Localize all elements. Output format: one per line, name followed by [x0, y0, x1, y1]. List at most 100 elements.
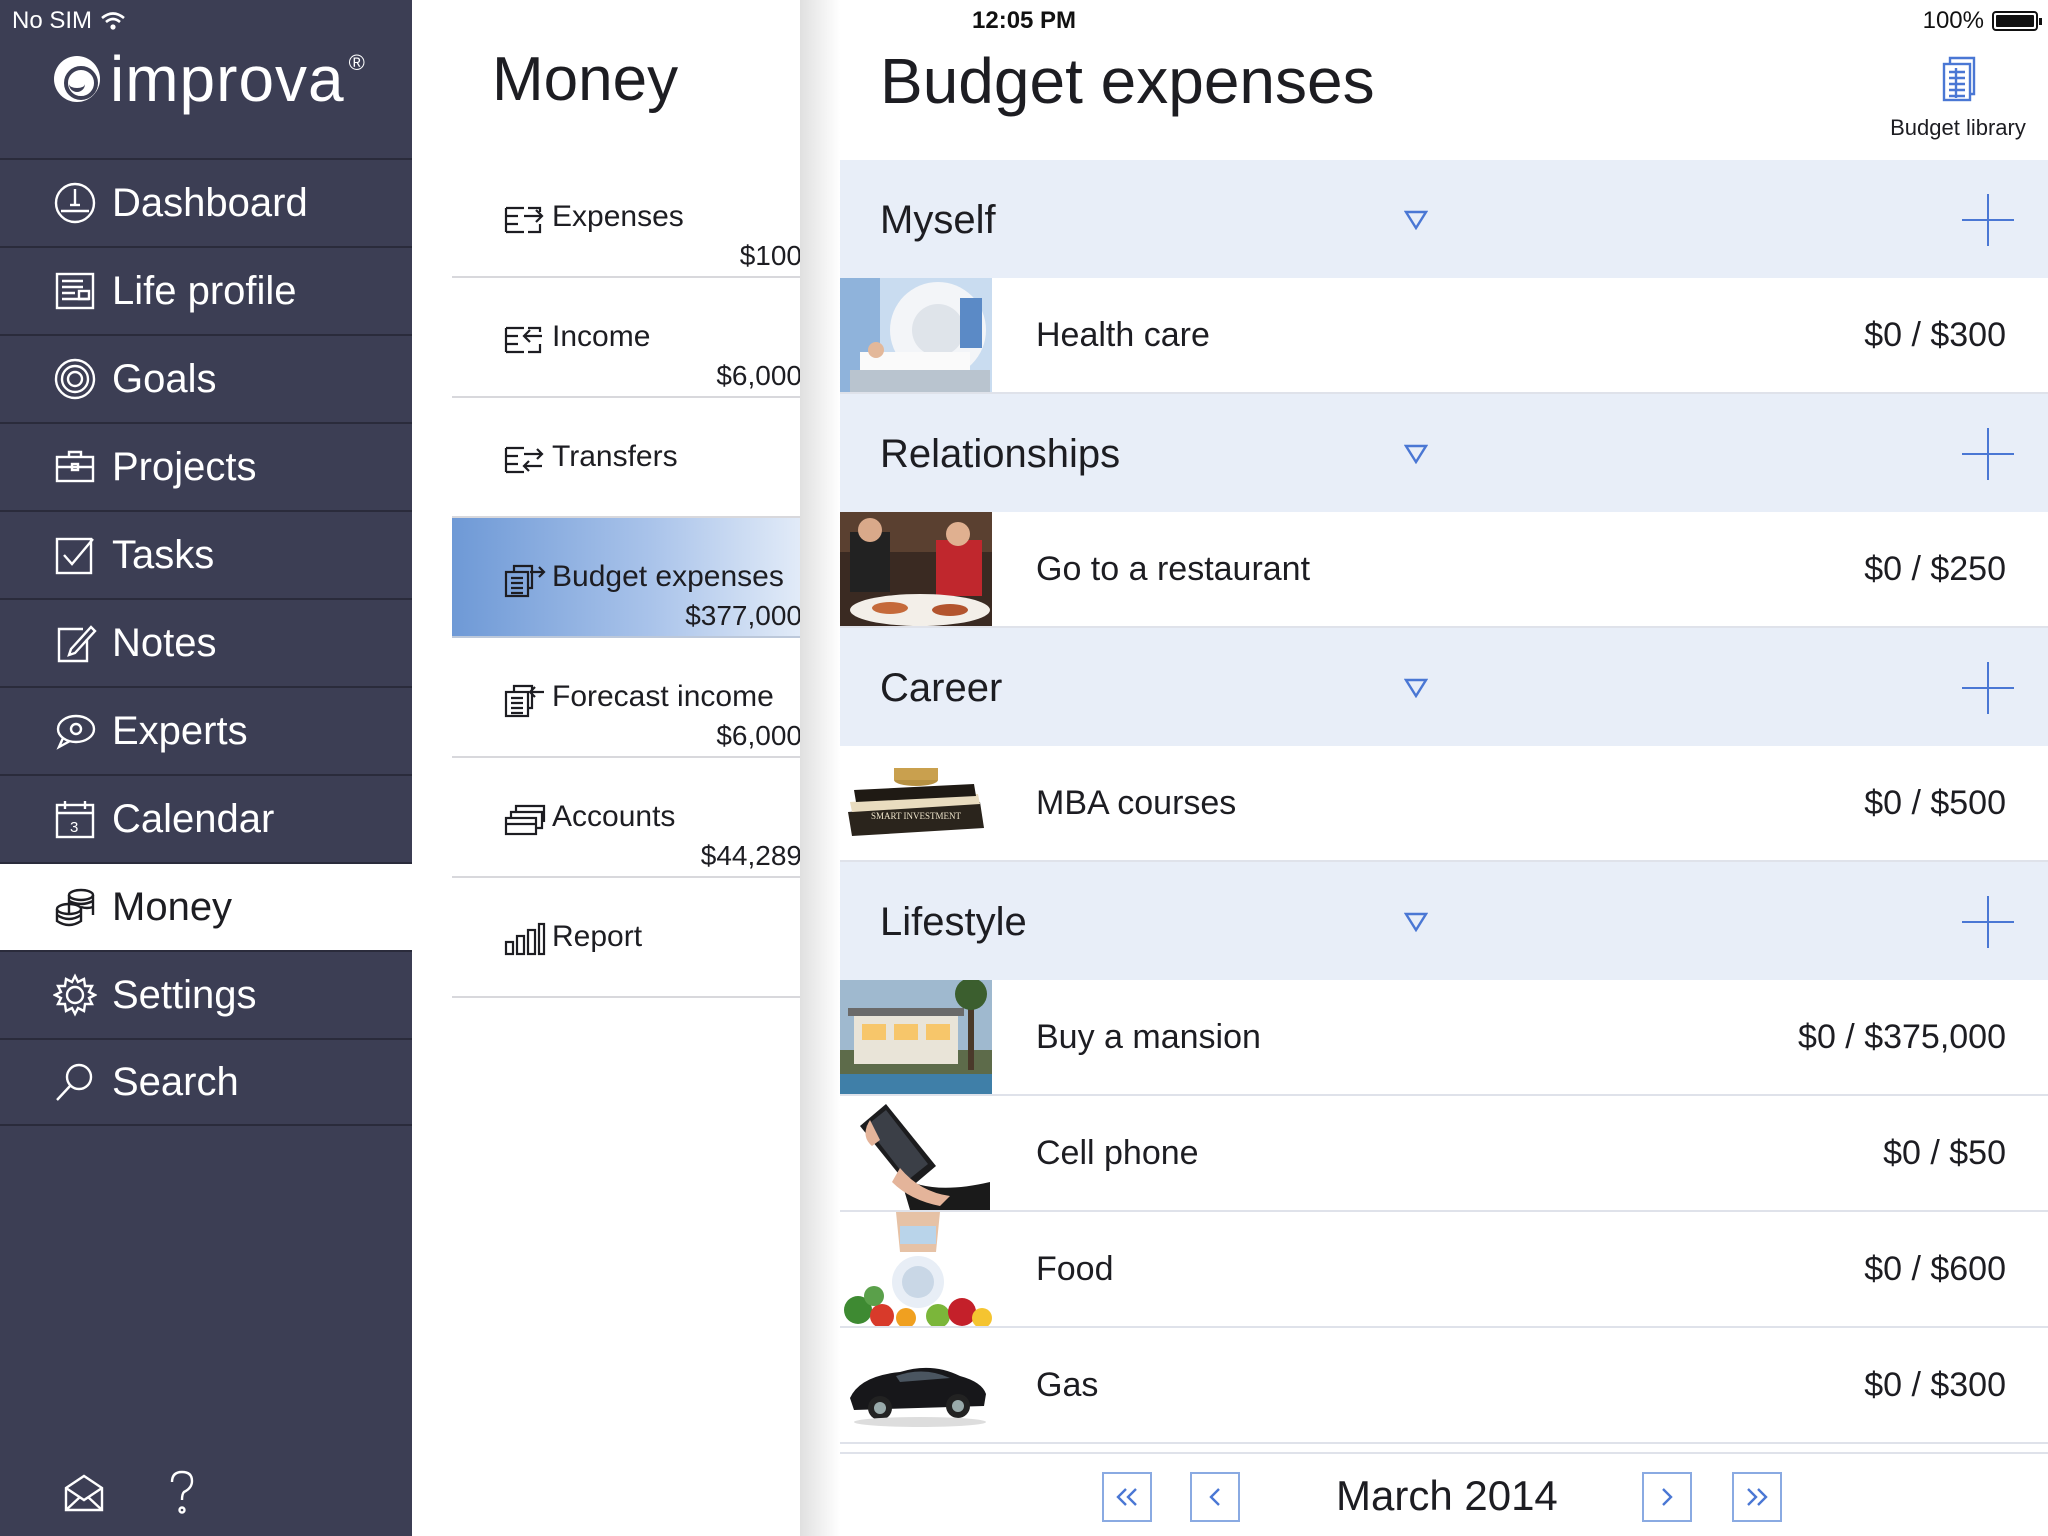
sidebar-item-tasks[interactable]: Tasks: [0, 510, 412, 598]
budget-row[interactable]: Gas $0 / $300: [840, 1328, 2048, 1444]
clock: 12:05 PM: [972, 7, 1077, 34]
budget-library-icon: [1942, 56, 1976, 102]
mri-scanner-image: [840, 278, 992, 392]
app-root: No SIM 12:05 PM 100% improva ® Dashboard…: [0, 0, 2048, 1536]
money-item-transfers[interactable]: Transfers: [452, 398, 812, 518]
sidebar-nav: Dashboard Life profile Goals Projects Ta…: [0, 158, 412, 1126]
sidebar-footer: [60, 1468, 206, 1516]
sidebar-item-label: Notes: [112, 620, 217, 665]
sidebar-item-life-profile[interactable]: Life profile: [0, 246, 412, 334]
money-item-expenses[interactable]: Expenses $100: [452, 158, 812, 278]
budget-row[interactable]: Health care $0 / $300: [840, 278, 2048, 394]
money-item-label: Accounts: [552, 800, 676, 833]
sidebar-item-dashboard[interactable]: Dashboard: [0, 158, 412, 246]
budget-item-name: Buy a mansion: [1036, 1018, 1261, 1056]
budget-groups: Myself Health care $0 / $300 Relationshi…: [840, 160, 2048, 1444]
books-image: SMART INVESTMENT: [840, 746, 992, 860]
sidebar-item-projects[interactable]: Projects: [0, 422, 412, 510]
status-bar: No SIM 12:05 PM 100%: [0, 0, 2048, 40]
group-title: Myself: [880, 198, 996, 242]
mail-icon[interactable]: [60, 1468, 108, 1516]
budget-library-label: Budget library: [1890, 115, 2026, 140]
last-month-button[interactable]: [1732, 1472, 1782, 1522]
add-item-button[interactable]: [1962, 428, 2014, 480]
double-chevron-right-icon: [1747, 1488, 1768, 1506]
tasks-icon: [52, 532, 98, 578]
notes-icon: [52, 620, 98, 666]
report-icon: [502, 922, 546, 958]
budget-item-amount: $0 / $250: [1864, 550, 2006, 588]
battery-icon: [1992, 11, 2042, 31]
sidebar-item-experts[interactable]: Experts: [0, 686, 412, 774]
goals-icon: [52, 356, 98, 402]
money-item-value: $44,289: [700, 840, 802, 871]
battery-status: 100%: [1922, 7, 2042, 35]
add-item-button[interactable]: [1962, 662, 2014, 714]
budget-item-amount: $0 / $500: [1864, 784, 2006, 822]
search-icon: [52, 1059, 98, 1105]
sidebar-item-label: Calendar: [112, 796, 275, 841]
brand-logo: improva ®: [54, 42, 365, 116]
money-item-value: $6,000: [716, 720, 802, 751]
restaurant-image: [840, 512, 992, 626]
sidebar-item-goals[interactable]: Goals: [0, 334, 412, 422]
sidebar-item-label: Projects: [112, 444, 257, 489]
money-item-value: $377,000: [685, 600, 802, 631]
carrier-status: No SIM: [12, 7, 126, 35]
carrier-label: No SIM: [12, 7, 93, 34]
sidebar-item-label: Dashboard: [112, 180, 308, 225]
first-month-button[interactable]: [1102, 1472, 1152, 1522]
money-item-value: $100: [739, 240, 802, 271]
budget-row[interactable]: Cell phone $0 / $50: [840, 1096, 2048, 1212]
forecast-income-icon: [502, 682, 546, 718]
sidebar-item-money[interactable]: Money: [0, 862, 412, 950]
previous-month-button[interactable]: [1190, 1472, 1240, 1522]
money-icon: [52, 884, 98, 930]
phone-image: [840, 1096, 992, 1210]
money-panel: Money Expenses $100 Income $6,000 Transf…: [412, 0, 812, 1536]
next-month-button[interactable]: [1642, 1472, 1692, 1522]
money-item-label: Budget expenses: [552, 560, 784, 593]
money-item-accounts[interactable]: Accounts $44,289: [452, 758, 812, 878]
chevron-down-icon[interactable]: [1403, 678, 1429, 699]
money-item-forecast-income[interactable]: Forecast income $6,000: [452, 638, 812, 758]
sidebar-item-settings[interactable]: Settings: [0, 950, 412, 1038]
sidebar-item-label: Tasks: [112, 532, 215, 577]
budget-item-amount: $0 / $300: [1864, 316, 2006, 354]
sidebar-item-search[interactable]: Search: [0, 1038, 412, 1126]
group-header-lifestyle[interactable]: Lifestyle: [840, 862, 2048, 980]
sidebar-item-notes[interactable]: Notes: [0, 598, 412, 686]
money-item-income[interactable]: Income $6,000: [452, 278, 812, 398]
settings-icon: [52, 972, 98, 1018]
budget-row[interactable]: SMART INVESTMENT MBA courses $0 / $500: [840, 746, 2048, 862]
budget-expenses-panel: Budget expenses Budget library Myself He…: [800, 0, 2048, 1536]
help-icon[interactable]: [158, 1468, 206, 1516]
budget-item-name: Health care: [1036, 316, 1210, 354]
add-item-button[interactable]: [1962, 194, 2014, 246]
income-icon: [502, 322, 546, 358]
group-header-relationships[interactable]: Relationships: [840, 394, 2048, 512]
budget-row[interactable]: Go to a restaurant $0 / $250: [840, 512, 2048, 628]
page-title: Budget expenses: [880, 45, 1375, 117]
sidebar-item-label: Experts: [112, 708, 248, 753]
group-title: Career: [880, 666, 1003, 710]
group-title: Relationships: [880, 432, 1121, 476]
accounts-icon: [502, 802, 546, 838]
add-item-button[interactable]: [1962, 896, 2014, 948]
budget-library-button[interactable]: Budget library: [1878, 54, 2038, 141]
battery-percent: 100%: [1922, 7, 1984, 34]
chevron-down-icon[interactable]: [1403, 912, 1429, 933]
brand-name: improva: [110, 43, 345, 115]
money-item-report[interactable]: Report: [452, 878, 812, 998]
projects-icon: [52, 444, 98, 490]
money-item-budget-expenses[interactable]: Budget expenses $377,000: [452, 518, 812, 638]
chevron-down-icon[interactable]: [1403, 210, 1429, 231]
budget-item-amount: $0 / $300: [1864, 1366, 2006, 1404]
budget-row[interactable]: Buy a mansion $0 / $375,000: [840, 980, 2048, 1096]
money-item-label: Forecast income: [552, 680, 774, 713]
chevron-down-icon[interactable]: [1403, 444, 1429, 465]
budget-row[interactable]: Food $0 / $600: [840, 1212, 2048, 1328]
group-header-myself[interactable]: Myself: [840, 160, 2048, 278]
group-header-career[interactable]: Career: [840, 628, 2048, 746]
sidebar-item-calendar[interactable]: 3 Calendar: [0, 774, 412, 862]
